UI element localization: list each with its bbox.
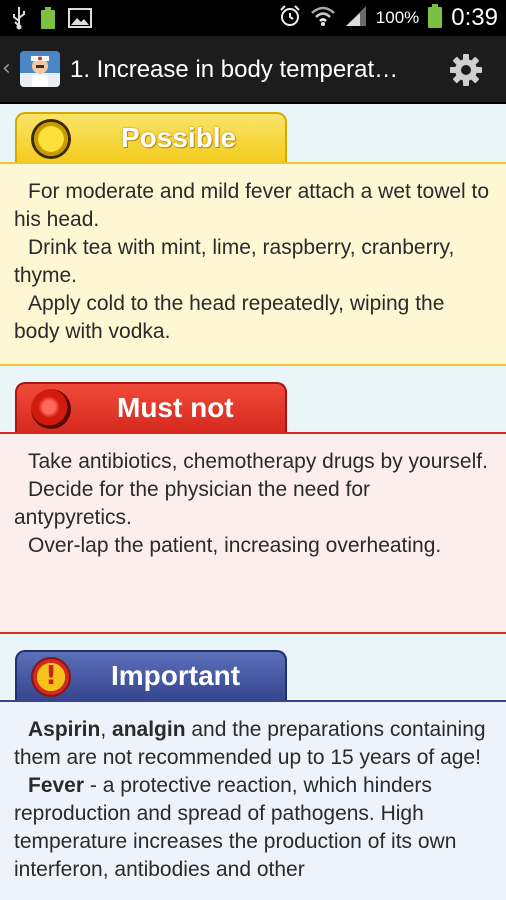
bold-term: analgin	[112, 718, 186, 741]
signal-icon	[344, 5, 368, 32]
must-not-label: Must not	[117, 392, 234, 423]
must-not-item: Over-lap the patient, increasing overhea…	[28, 534, 442, 557]
screen-title: 1. Increase in body temperat…	[70, 56, 399, 83]
usb-icon	[10, 6, 28, 35]
battery-icon	[427, 3, 443, 34]
exclamation-icon: !	[31, 657, 71, 697]
settings-button[interactable]	[448, 52, 484, 88]
action-bar: ‹ 1. Increase in body temperat…	[0, 36, 506, 104]
possible-tab: Possible	[15, 112, 287, 162]
battery-notification-icon	[40, 6, 56, 35]
alarm-icon	[278, 4, 302, 33]
possible-item: Apply cold to the head repeatedly, wipin…	[14, 292, 445, 343]
bold-term: Aspirin	[28, 718, 101, 741]
important-panel: Aspirin, analgin and the preparations co…	[0, 700, 506, 900]
red-circle-icon	[31, 389, 71, 429]
important-item: Fever - a protective reaction, which hin…	[14, 774, 457, 881]
must-not-tab: Must not	[15, 382, 287, 432]
image-icon	[68, 7, 92, 34]
possible-item: Drink tea with mint, lime, raspberry, cr…	[14, 236, 455, 287]
app-logo-icon[interactable]	[20, 51, 60, 87]
must-not-item: Take antibiotics, chemotherapy drugs by …	[28, 450, 488, 473]
status-bar: 100% 0:39	[0, 0, 506, 36]
yellow-circle-icon	[31, 119, 71, 159]
wifi-icon	[310, 5, 336, 32]
chevron-left-icon[interactable]: ‹	[2, 56, 11, 81]
important-tab: ! Important	[15, 650, 287, 700]
clock: 0:39	[451, 4, 498, 31]
must-not-panel: Take antibiotics, chemotherapy drugs by …	[0, 432, 506, 634]
important-item: Aspirin, analgin and the preparations co…	[14, 718, 486, 769]
possible-item: For moderate and mild fever attach a wet…	[14, 180, 490, 231]
battery-percent: 100%	[375, 8, 420, 27]
content-scroll[interactable]: Possible For moderate and mild fever att…	[0, 104, 506, 900]
important-label: Important	[111, 660, 241, 691]
bold-term: Fever	[28, 774, 85, 797]
gear-icon	[450, 54, 482, 86]
possible-panel: For moderate and mild fever attach a wet…	[0, 162, 506, 366]
possible-label: Possible	[121, 122, 237, 153]
must-not-item: Decide for the physician the need for an…	[14, 478, 371, 529]
